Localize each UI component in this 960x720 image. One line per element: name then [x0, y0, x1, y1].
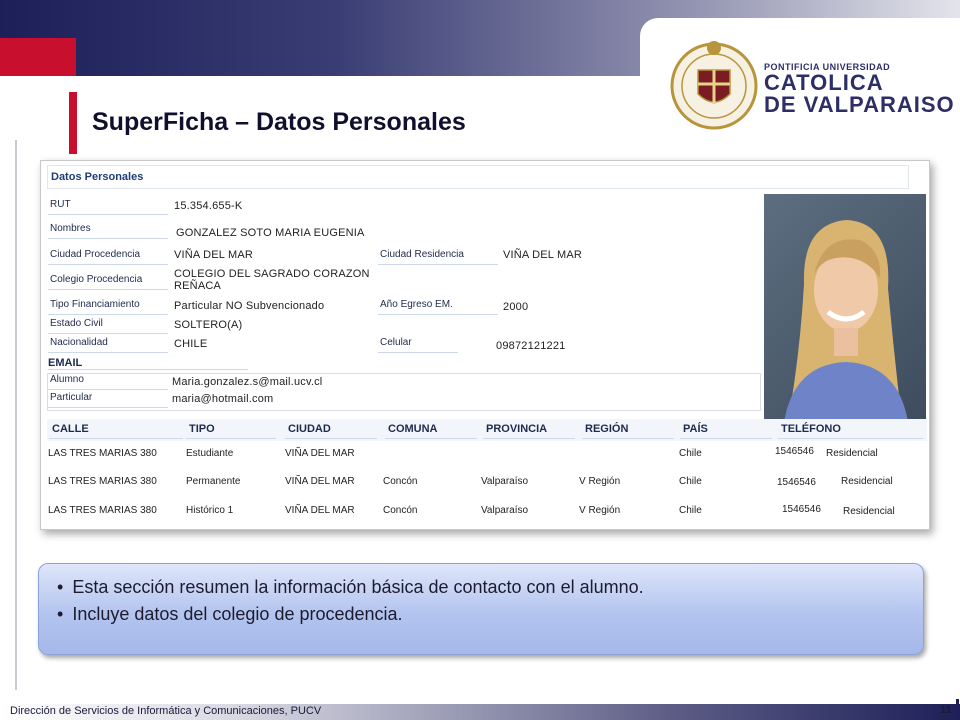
alumno-email-value: Maria.gonzalez.s@mail.ucv.cl	[172, 376, 323, 388]
ciudad-procedencia-label: Ciudad Procedencia	[48, 249, 168, 265]
rut-label: RUT	[48, 199, 168, 215]
cell-calle: LAS TRES MARIAS 380	[48, 448, 157, 459]
university-seal-icon	[670, 41, 758, 130]
alumno-email-label: Alumno	[48, 374, 168, 390]
logo-line-3: DE VALPARAISO	[764, 92, 955, 117]
cell-telefono: 1546546	[782, 504, 821, 515]
cell-region: V Región	[579, 505, 621, 516]
left-divider	[15, 140, 17, 690]
cell-tipo-telefono: Residencial	[826, 448, 878, 459]
estado-civil-label: Estado Civil	[48, 318, 168, 334]
colegio-label: Colegio Procedencia	[48, 274, 168, 290]
col-header-calle: CALLE	[49, 423, 183, 439]
col-header-ciudad: CIUDAD	[285, 423, 377, 439]
bullet-callout: Esta sección resumen la información bási…	[38, 563, 924, 655]
col-header-region: REGIÓN	[582, 423, 674, 439]
university-logo-text: PONTIFICIA UNIVERSIDAD CATOLICA DE VALPA…	[764, 62, 955, 116]
footer-text: Dirección de Servicios de Informática y …	[10, 705, 322, 717]
logo-line-2: CATOLICA	[764, 70, 884, 95]
colegio-value-line2: REÑACA	[174, 280, 222, 292]
financiamiento-label: Tipo Financiamiento	[48, 299, 168, 315]
financiamiento-value: Particular NO Subvencionado	[174, 300, 325, 312]
slide-title: SuperFicha – Datos Personales	[92, 108, 466, 136]
bullet-item: Esta sección resumen la información bási…	[57, 574, 923, 601]
particular-email-label: Particular	[48, 392, 168, 408]
egreso-value: 2000	[503, 301, 529, 313]
nacionalidad-value: CHILE	[174, 338, 208, 350]
title-accent-bar	[69, 92, 77, 154]
cell-provincia: Valparaíso	[481, 476, 529, 487]
cell-provincia: Valparaíso	[481, 505, 529, 516]
rut-value: 15.354.655-K	[174, 200, 243, 212]
ciudad-residencia-label: Ciudad Residencia	[378, 249, 498, 265]
page-number: 11	[940, 704, 952, 716]
cell-ciudad: VIÑA DEL MAR	[285, 505, 355, 516]
cell-ciudad: VIÑA DEL MAR	[285, 448, 355, 459]
colegio-value-line1: COLEGIO DEL SAGRADO CORAZON	[174, 268, 370, 280]
particular-email-value: maria@hotmail.com	[172, 393, 274, 405]
red-accent-block	[0, 38, 76, 76]
cell-comuna: Concón	[383, 505, 418, 516]
cell-comuna: Concón	[383, 476, 418, 487]
bullet-item: Incluye datos del colegio de procedencia…	[57, 601, 923, 628]
col-header-telefono: TELÉFONO	[778, 423, 923, 439]
col-header-tipo: TIPO	[186, 423, 276, 439]
celular-label: Celular	[378, 337, 458, 353]
superficha-screenshot: Datos Personales RUT 15.354.655-K Nombre…	[40, 160, 930, 530]
cell-pais: Chile	[679, 448, 702, 459]
col-header-pais: PAÍS	[680, 423, 772, 439]
cell-region: V Región	[579, 476, 621, 487]
student-portrait-icon	[784, 220, 908, 422]
email-section-title: EMAIL	[48, 357, 248, 370]
egreso-label: Año Egreso EM.	[378, 299, 498, 315]
cell-ciudad: VIÑA DEL MAR	[285, 476, 355, 487]
cell-calle: LAS TRES MARIAS 380	[48, 476, 157, 487]
cell-tipo: Histórico 1	[186, 505, 234, 516]
celular-value: 09872121221	[496, 340, 566, 352]
col-header-provincia: PROVINCIA	[483, 423, 575, 439]
estado-civil-value: SOLTERO(A)	[174, 319, 243, 331]
ciudad-procedencia-value: VIÑA DEL MAR	[174, 249, 254, 261]
student-photo	[764, 194, 926, 422]
cell-tipo-telefono: Residencial	[841, 476, 893, 487]
cell-pais: Chile	[679, 505, 702, 516]
nombres-value: GONZALEZ SOTO MARIA EUGENIA	[176, 227, 365, 239]
cell-tipo: Estudiante	[186, 448, 234, 459]
ciudad-residencia-value: VIÑA DEL MAR	[503, 249, 583, 261]
cell-telefono: 1546546	[775, 446, 814, 457]
col-header-comuna: COMUNA	[385, 423, 477, 439]
cell-pais: Chile	[679, 476, 702, 487]
cell-tipo: Permanente	[186, 476, 241, 487]
nombres-label: Nombres	[48, 223, 168, 239]
cell-telefono: 1546546	[777, 477, 816, 488]
page-number-tick	[956, 699, 959, 715]
cell-tipo-telefono: Residencial	[843, 506, 895, 517]
cell-calle: LAS TRES MARIAS 380	[48, 505, 157, 516]
nacionalidad-label: Nacionalidad	[48, 337, 168, 353]
form-section-title: Datos Personales	[47, 165, 909, 189]
